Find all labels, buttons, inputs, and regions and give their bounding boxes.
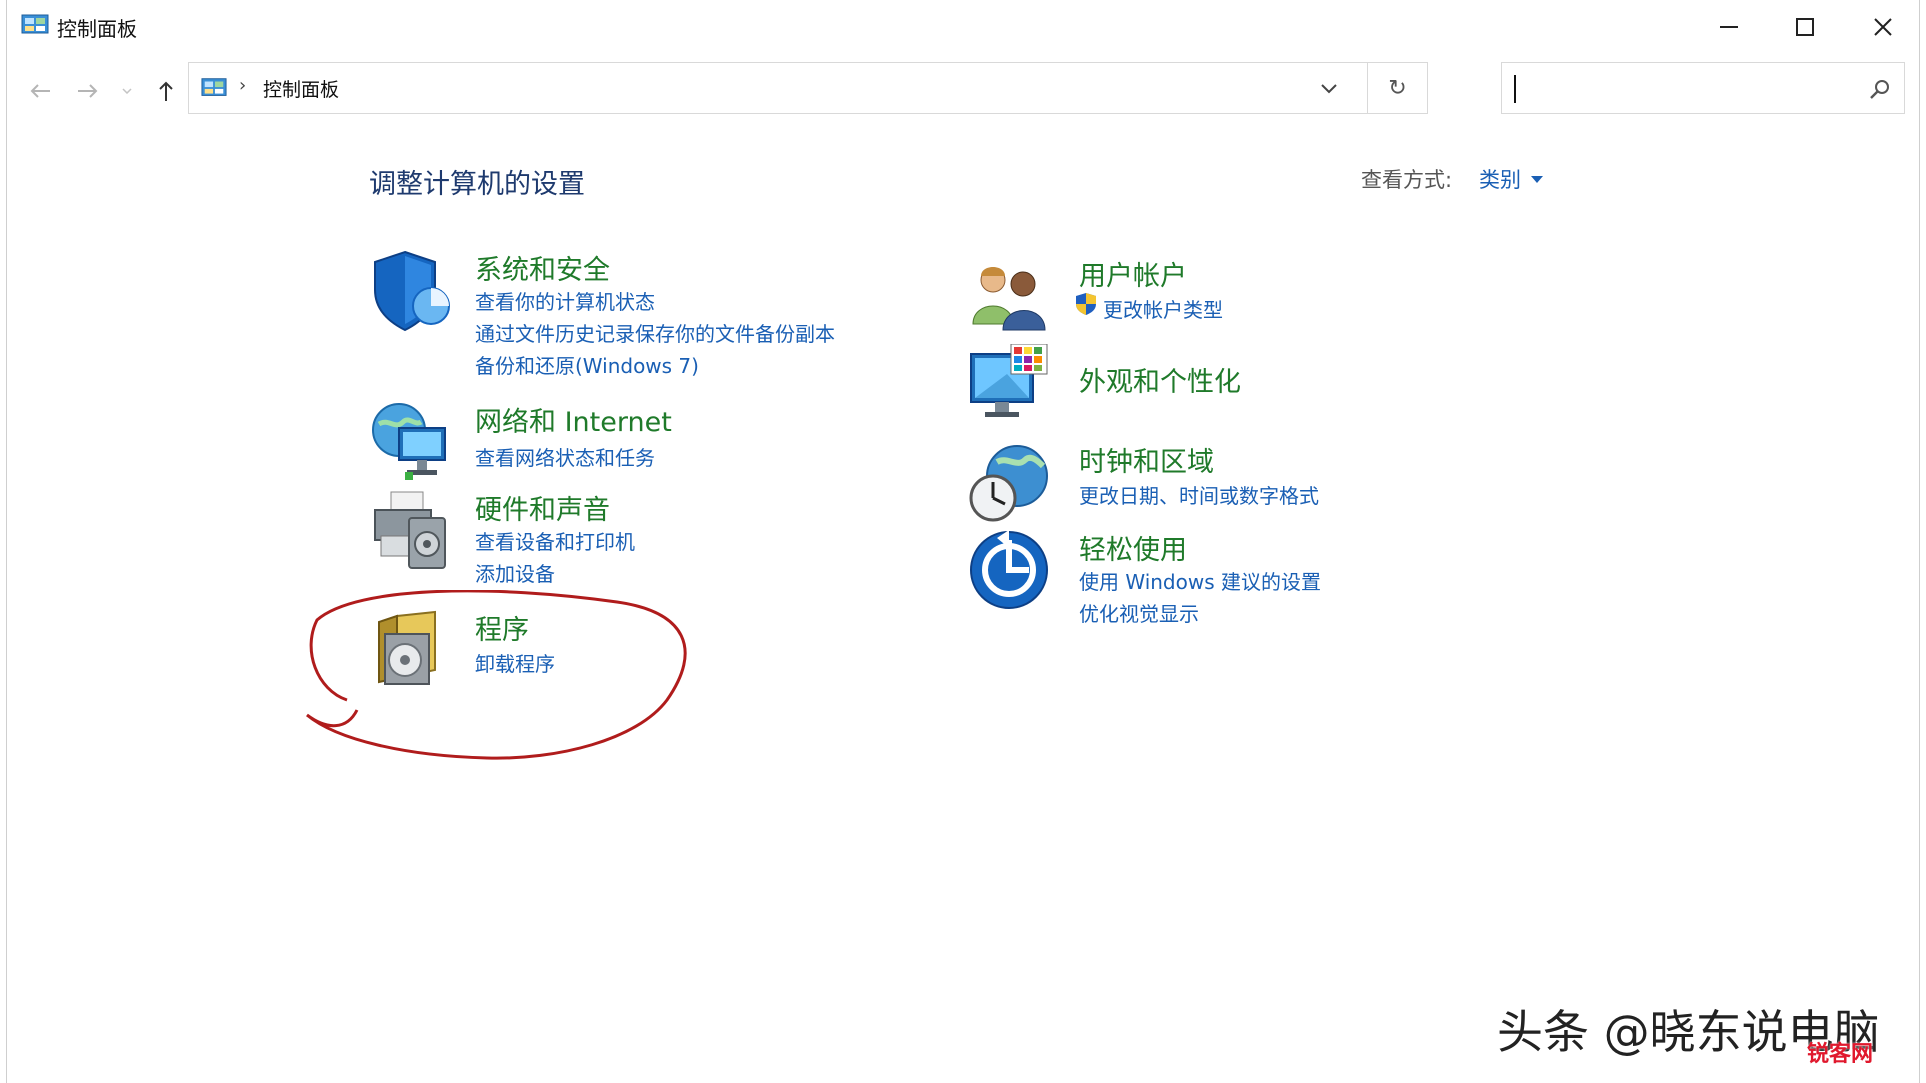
users-icon bbox=[972, 267, 1046, 331]
category-title-hardware-sound[interactable]: 硬件和声音 bbox=[475, 488, 610, 527]
link-windows-suggested-settings[interactable]: 使用 Windows 建议的设置 bbox=[1079, 566, 1321, 595]
window-title: 控制面板 bbox=[57, 17, 137, 41]
category-title-appearance[interactable]: 外观和个性化 bbox=[1079, 360, 1241, 399]
link-network-status-tasks[interactable]: 查看网络状态和任务 bbox=[475, 442, 655, 471]
link-add-device[interactable]: 添加设备 bbox=[475, 558, 555, 587]
address-dropdown-button[interactable] bbox=[1317, 79, 1341, 99]
close-button[interactable] bbox=[1845, 0, 1921, 54]
category-title-clock-region[interactable]: 时钟和区域 bbox=[1079, 440, 1214, 479]
view-by-value: 类别 bbox=[1479, 168, 1521, 192]
maximize-icon bbox=[1796, 18, 1814, 36]
uac-shield-icon bbox=[1076, 293, 1096, 315]
control-panel-window: 控制面板 › 控制面板 ↻ 调整计算机的设置 查看方式: 类别 系统和安全 查看… bbox=[6, 0, 1920, 1083]
link-change-account-type[interactable]: 更改帐户类型 bbox=[1103, 294, 1223, 323]
close-icon bbox=[1874, 18, 1892, 36]
refresh-icon: ↻ bbox=[1388, 75, 1407, 101]
control-panel-icon bbox=[201, 78, 227, 96]
title-bar: 控制面板 bbox=[7, 0, 1919, 54]
navigation-bar: › 控制面板 ↻ bbox=[7, 62, 1919, 116]
breadcrumb-item-control-panel[interactable]: 控制面板 bbox=[263, 75, 339, 102]
link-view-computer-status[interactable]: 查看你的计算机状态 bbox=[475, 286, 655, 315]
chevron-down-icon bbox=[1321, 84, 1337, 94]
link-change-date-time-format[interactable]: 更改日期、时间或数字格式 bbox=[1079, 480, 1319, 509]
up-button[interactable] bbox=[151, 76, 181, 106]
minimize-icon bbox=[1720, 26, 1738, 28]
arrow-up-icon bbox=[159, 81, 173, 101]
monitor-palette-icon bbox=[970, 344, 1048, 417]
search-box[interactable] bbox=[1501, 62, 1905, 114]
security-shield-icon bbox=[374, 250, 450, 332]
minimize-button[interactable] bbox=[1691, 0, 1767, 54]
search-icon[interactable] bbox=[1868, 77, 1892, 101]
back-button[interactable] bbox=[25, 76, 55, 106]
recent-locations-button[interactable] bbox=[117, 76, 137, 106]
printer-speaker-icon bbox=[374, 491, 446, 569]
watermark-badge: 锐客网 bbox=[1807, 1042, 1874, 1067]
view-by-dropdown[interactable]: 类别 bbox=[1479, 164, 1543, 194]
link-devices-printers[interactable]: 查看设备和打印机 bbox=[475, 526, 635, 555]
category-title-ease-of-access[interactable]: 轻松使用 bbox=[1079, 528, 1187, 567]
category-title-system-security[interactable]: 系统和安全 bbox=[475, 248, 610, 287]
search-input[interactable] bbox=[1512, 73, 1852, 103]
control-panel-icon bbox=[21, 14, 49, 34]
ease-of-access-icon bbox=[970, 530, 1048, 609]
category-title-user-accounts[interactable]: 用户帐户 bbox=[1079, 254, 1187, 293]
page-title: 调整计算机的设置 bbox=[369, 169, 585, 200]
forward-button[interactable] bbox=[73, 76, 103, 106]
text-cursor bbox=[1514, 75, 1516, 103]
arrow-right-icon bbox=[78, 84, 98, 98]
network-globe-icon bbox=[372, 403, 446, 480]
chevron-down-icon bbox=[122, 88, 132, 94]
arrow-left-icon bbox=[30, 84, 50, 98]
refresh-button[interactable]: ↻ bbox=[1367, 63, 1427, 113]
link-optimize-visual-display[interactable]: 优化视觉显示 bbox=[1079, 598, 1199, 627]
caret-down-icon bbox=[1531, 175, 1543, 183]
address-bar[interactable]: › 控制面板 ↻ bbox=[188, 62, 1428, 114]
breadcrumb-separator[interactable]: › bbox=[239, 75, 246, 96]
view-by-label: 查看方式: bbox=[1361, 168, 1453, 192]
link-backup-restore[interactable]: 备份和还原(Windows 7) bbox=[475, 350, 699, 379]
maximize-button[interactable] bbox=[1767, 0, 1843, 54]
link-file-history-backup[interactable]: 通过文件历史记录保存你的文件备份副本 bbox=[475, 318, 835, 347]
red-annotation-circle bbox=[306, 590, 687, 760]
category-title-network-internet[interactable]: 网络和 Internet bbox=[475, 400, 672, 439]
clock-globe-icon bbox=[969, 445, 1048, 522]
